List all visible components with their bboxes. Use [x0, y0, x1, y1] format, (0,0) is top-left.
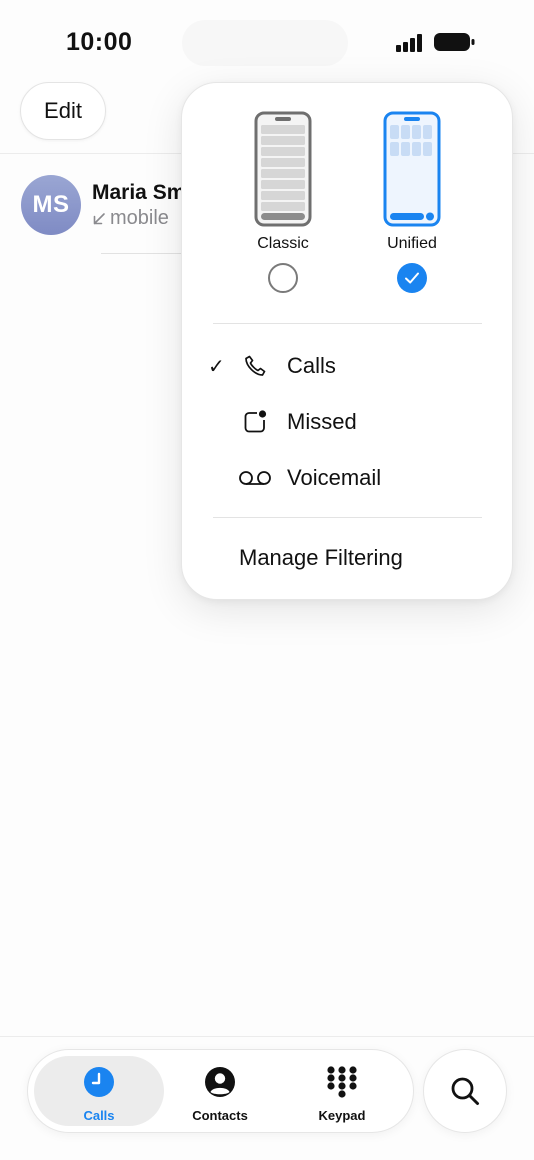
- checkmark-icon: [405, 272, 419, 284]
- clock-icon: [84, 1067, 114, 1097]
- tab-label-keypad: Keypad: [318, 1108, 366, 1123]
- tab-calls[interactable]: Calls: [34, 1056, 164, 1126]
- edit-button[interactable]: Edit: [20, 82, 106, 140]
- avatar: MS: [21, 175, 81, 235]
- filter-label-calls: Calls: [287, 353, 336, 378]
- status-time: 10:00: [66, 28, 133, 56]
- call-type-label: mobile: [110, 207, 169, 229]
- filter-menu: Classic Unified ✓ Calls Missed Voicemail…: [181, 82, 513, 600]
- person-icon: [205, 1067, 235, 1097]
- incoming-arrow-icon: [93, 212, 105, 224]
- tab-label-contacts: Contacts: [192, 1108, 248, 1123]
- menu-divider: [213, 323, 482, 324]
- filter-item-voicemail[interactable]: Voicemail: [182, 453, 514, 503]
- search-button[interactable]: [423, 1049, 507, 1133]
- checkmark-icon: ✓: [208, 355, 225, 378]
- layout-label-classic: Classic: [257, 235, 309, 252]
- layout-option-unified[interactable]: Unified: [372, 111, 452, 293]
- contact-name: Maria Sm: [92, 181, 186, 204]
- search-icon: [451, 1077, 479, 1105]
- classic-layout-icon: [254, 111, 312, 227]
- filter-label-missed: Missed: [287, 409, 357, 434]
- tab-bar: Calls Contacts Keypad: [27, 1049, 414, 1133]
- unified-layout-icon: [383, 111, 441, 227]
- missed-icon: [238, 410, 272, 434]
- cellular-signal-icon: [396, 34, 422, 52]
- tab-contacts[interactable]: Contacts: [160, 1056, 280, 1126]
- filter-label-voicemail: Voicemail: [287, 465, 382, 490]
- radio-unselected[interactable]: [268, 263, 298, 293]
- call-type: mobile: [92, 207, 169, 230]
- layout-option-classic[interactable]: Classic: [243, 111, 323, 293]
- radio-selected[interactable]: [397, 263, 427, 293]
- phone-icon: [238, 354, 272, 378]
- voicemail-icon: [238, 466, 272, 490]
- filter-item-missed[interactable]: Missed: [182, 397, 514, 447]
- tabbar-divider: [0, 1036, 534, 1037]
- tab-label-calls: Calls: [83, 1108, 115, 1123]
- manage-filtering-button[interactable]: Manage Filtering: [239, 545, 403, 571]
- dynamic-island: [182, 20, 348, 66]
- keypad-icon: [327, 1066, 357, 1098]
- tab-keypad[interactable]: Keypad: [282, 1056, 402, 1126]
- filter-item-calls[interactable]: ✓ Calls: [182, 341, 514, 391]
- battery-icon: [434, 33, 475, 51]
- menu-divider: [213, 517, 482, 518]
- layout-label-unified: Unified: [387, 235, 437, 252]
